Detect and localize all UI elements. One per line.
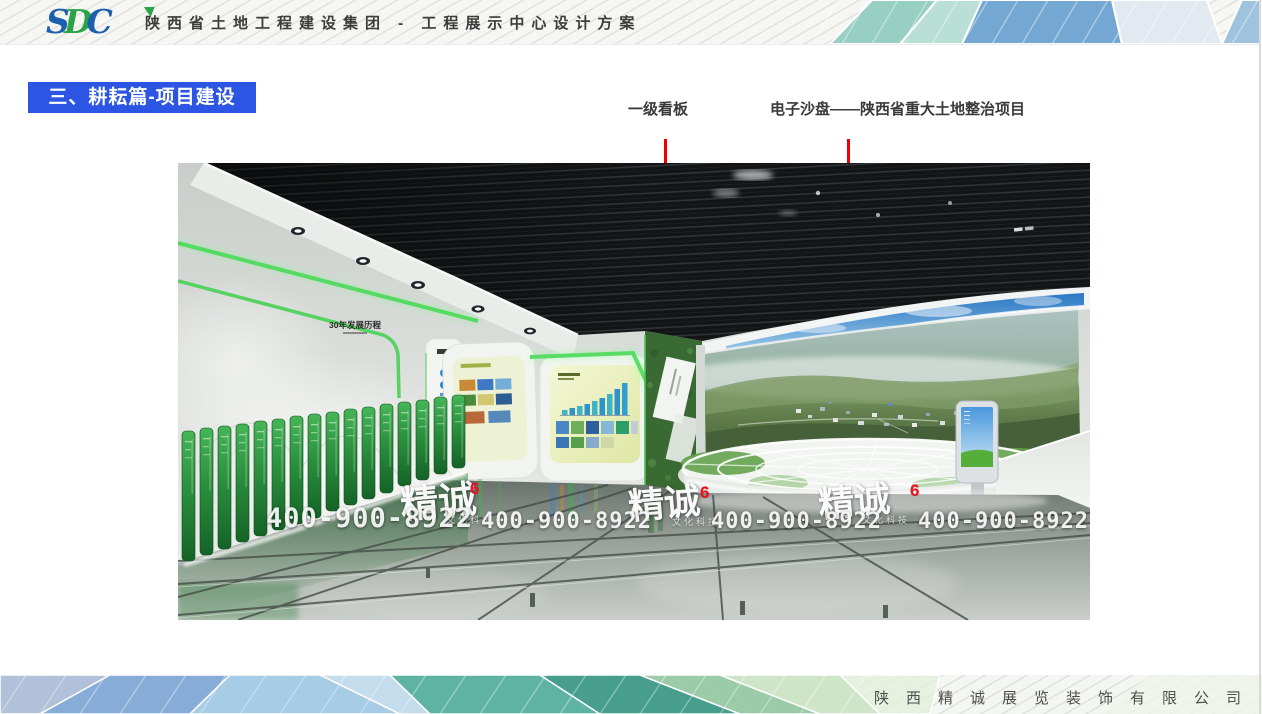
watermark-phone: 400-900-8922 xyxy=(481,509,652,534)
footer-company-name: 陕西精诚展览装饰有限公司 xyxy=(874,687,1258,708)
logo-letter-c: C xyxy=(86,1,112,43)
callout-label-kanban: 一级看板 xyxy=(628,98,688,119)
header-deco-triangles xyxy=(812,0,1262,44)
watermark-phone: 400-900-8922 xyxy=(266,503,473,534)
display-wall-b xyxy=(540,355,650,481)
render-scene: 30年发展历程 xyxy=(178,163,1090,620)
watermark-red-mark: 6 xyxy=(470,479,479,499)
callout-label-sandtable: 电子沙盘——陕西省重大土地整治项目 xyxy=(770,98,1025,119)
watermark-red-mark: 6 xyxy=(700,483,709,503)
slide-page: SDC 陕西省土地工程建设集团 - 工程展示中心设计方案 三、耕耘篇-项目建设 … xyxy=(0,0,1262,714)
window-edge-line xyxy=(1259,0,1261,714)
wall-sign-subline xyxy=(343,332,367,334)
section-title-badge: 三、耕耘篇-项目建设 xyxy=(28,82,256,113)
page-footer: 陕西精诚展览装饰有限公司 xyxy=(0,675,1262,714)
company-logo: SDC xyxy=(46,1,107,43)
header-title: 陕西省土地工程建设集团 - 工程展示中心设计方案 xyxy=(145,12,641,33)
watermark-phone: 400-900-8922 xyxy=(711,509,882,534)
watermark-phone: 400-900-8922 xyxy=(918,509,1089,534)
page-header: SDC 陕西省土地工程建设集团 - 工程展示中心设计方案 xyxy=(0,0,1262,45)
exhibition-hall-render: 30年发展历程 xyxy=(178,163,1090,620)
watermark-red-mark: 6 xyxy=(910,481,919,501)
wall-sign: 30年发展历程 xyxy=(329,320,381,330)
